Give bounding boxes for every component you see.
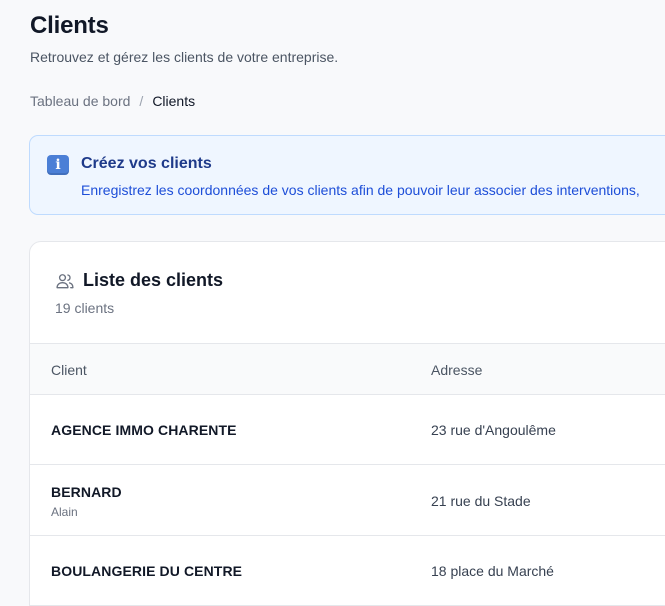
breadcrumb-current: Clients	[152, 93, 196, 109]
client-address: 18 place du Marché	[431, 563, 554, 579]
column-header-address[interactable]: Adresse	[431, 362, 482, 378]
table-header: Client Adresse	[30, 343, 665, 395]
page-subtitle: Retrouvez et gérez les clients de votre …	[30, 49, 339, 65]
table-body: AGENCE IMMO CHARENTE 23 rue d'Angoulême …	[30, 395, 665, 606]
client-name: BERNARD	[51, 484, 122, 500]
card-title: Liste des clients	[83, 270, 224, 290]
client-count: 19 clients	[55, 300, 115, 316]
table-row[interactable]: BOULANGERIE DU CENTRE 18 place du Marché	[30, 536, 665, 606]
table-row[interactable]: BERNARD Alain 21 rue du Stade	[30, 465, 665, 536]
breadcrumb: Tableau de bord / Clients	[30, 93, 195, 109]
clients-card: Liste des clients 19 clients Client Adre…	[29, 241, 665, 606]
info-icon: i	[47, 155, 69, 175]
client-first-name: Alain	[51, 505, 78, 519]
client-name: BOULANGERIE DU CENTRE	[51, 563, 243, 579]
table-row[interactable]: AGENCE IMMO CHARENTE 23 rue d'Angoulême	[30, 395, 665, 465]
client-name: AGENCE IMMO CHARENTE	[51, 422, 237, 438]
breadcrumb-separator: /	[139, 93, 144, 109]
page-title: Clients	[30, 12, 109, 39]
info-banner-title: Créez vos clients	[81, 155, 212, 172]
client-address: 23 rue d'Angoulême	[431, 422, 556, 438]
info-banner-text: Enregistrez les coordonnées de vos clien…	[81, 182, 640, 198]
users-icon	[56, 274, 74, 289]
page: Clients Retrouvez et gérez les clients d…	[0, 0, 665, 606]
client-address: 21 rue du Stade	[431, 493, 531, 509]
info-banner: i Créez vos clients Enregistrez les coor…	[29, 135, 665, 215]
breadcrumb-dashboard-link[interactable]: Tableau de bord	[30, 93, 130, 109]
column-header-client[interactable]: Client	[51, 362, 87, 378]
